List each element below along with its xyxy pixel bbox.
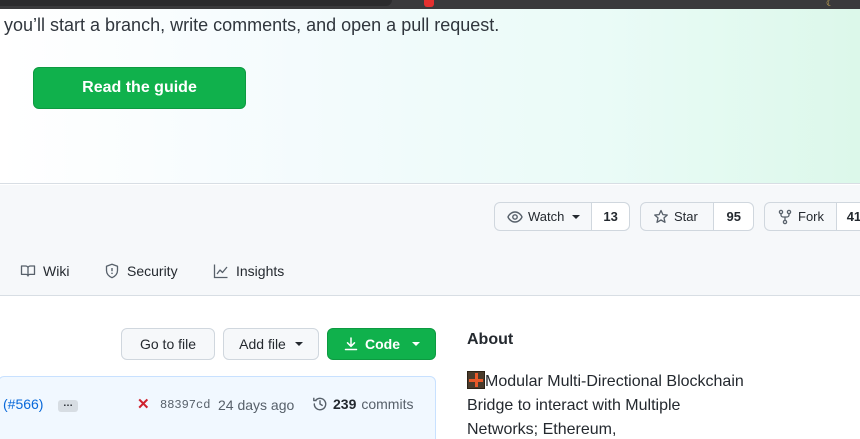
tab-insights[interactable]: Insights	[213, 263, 284, 279]
tab-security-label: Security	[127, 263, 178, 279]
go-to-file-button[interactable]: Go to file	[121, 328, 215, 360]
code-label: Code	[365, 336, 400, 352]
fork-count[interactable]: 41	[835, 203, 860, 230]
about-description-text: Modular Multi-Directional Blockchain Bri…	[467, 373, 744, 438]
fork-control: Fork 41	[764, 202, 860, 231]
commit-count: 239	[333, 396, 357, 412]
watch-label: Watch	[528, 209, 565, 224]
expand-commit-message-button[interactable]: …	[58, 399, 78, 412]
download-icon	[344, 337, 358, 351]
fork-label: Fork	[798, 209, 824, 224]
watch-button[interactable]: Watch	[495, 203, 591, 230]
graph-icon	[213, 264, 228, 279]
watch-count[interactable]: 13	[591, 203, 629, 230]
commit-sha-link[interactable]: 88397cd	[160, 398, 210, 412]
shield-icon	[105, 263, 119, 279]
tab-wiki[interactable]: Wiki	[20, 263, 69, 279]
commit-count-label: commits	[361, 396, 414, 412]
code-button[interactable]: Code	[327, 328, 436, 360]
add-file-button[interactable]: Add file	[223, 328, 319, 360]
about-description: Modular Multi-Directional Blockchain Bri…	[467, 370, 747, 439]
go-to-file-label: Go to file	[139, 336, 197, 352]
commit-time[interactable]: 24 days ago	[218, 397, 294, 413]
extension-icon[interactable]: ☾	[826, 0, 840, 8]
commit-pr-link[interactable]: (#566)	[3, 396, 43, 412]
add-file-label: Add file	[239, 336, 286, 352]
tab-insights-label: Insights	[236, 263, 285, 279]
hero-banner: you’ll start a branch, write comments, a…	[0, 9, 860, 184]
repo-header: Watch 13 Star 95 Fork 41 Wiki Security I…	[0, 185, 860, 296]
star-count[interactable]: 95	[713, 203, 753, 230]
history-icon	[313, 397, 327, 411]
latest-commit-row: (#566) … ✕ 88397cd 24 days ago 239 commi…	[0, 377, 437, 432]
chevron-down-icon	[572, 214, 581, 219]
eye-icon	[507, 210, 523, 223]
read-guide-button[interactable]: Read the guide	[33, 67, 246, 109]
commits-link[interactable]: 239 commits	[312, 396, 413, 412]
star-control: Star 95	[640, 202, 754, 231]
star-label: Star	[674, 209, 698, 224]
pinned-tab-icon[interactable]	[424, 0, 434, 7]
browser-top-strip: ☾	[0, 0, 860, 9]
browser-tab-area	[0, 0, 392, 6]
tab-wiki-label: Wiki	[43, 263, 70, 279]
chevron-down-icon	[412, 342, 420, 346]
book-icon	[20, 265, 36, 277]
watch-control: Watch 13	[494, 202, 630, 231]
x-icon[interactable]: ✕	[137, 395, 150, 413]
fork-button[interactable]: Fork	[765, 203, 836, 230]
chevron-down-icon	[294, 342, 303, 346]
star-button[interactable]: Star	[641, 203, 713, 230]
star-icon	[654, 209, 668, 223]
tab-security[interactable]: Security	[104, 263, 178, 279]
bridge-emoji-icon	[467, 371, 485, 389]
about-heading: About	[467, 331, 514, 348]
latest-commit-box: (#566) … ✕ 88397cd 24 days ago 239 commi…	[0, 376, 436, 439]
hero-text: you’ll start a branch, write comments, a…	[4, 15, 500, 35]
fork-icon	[778, 209, 792, 224]
